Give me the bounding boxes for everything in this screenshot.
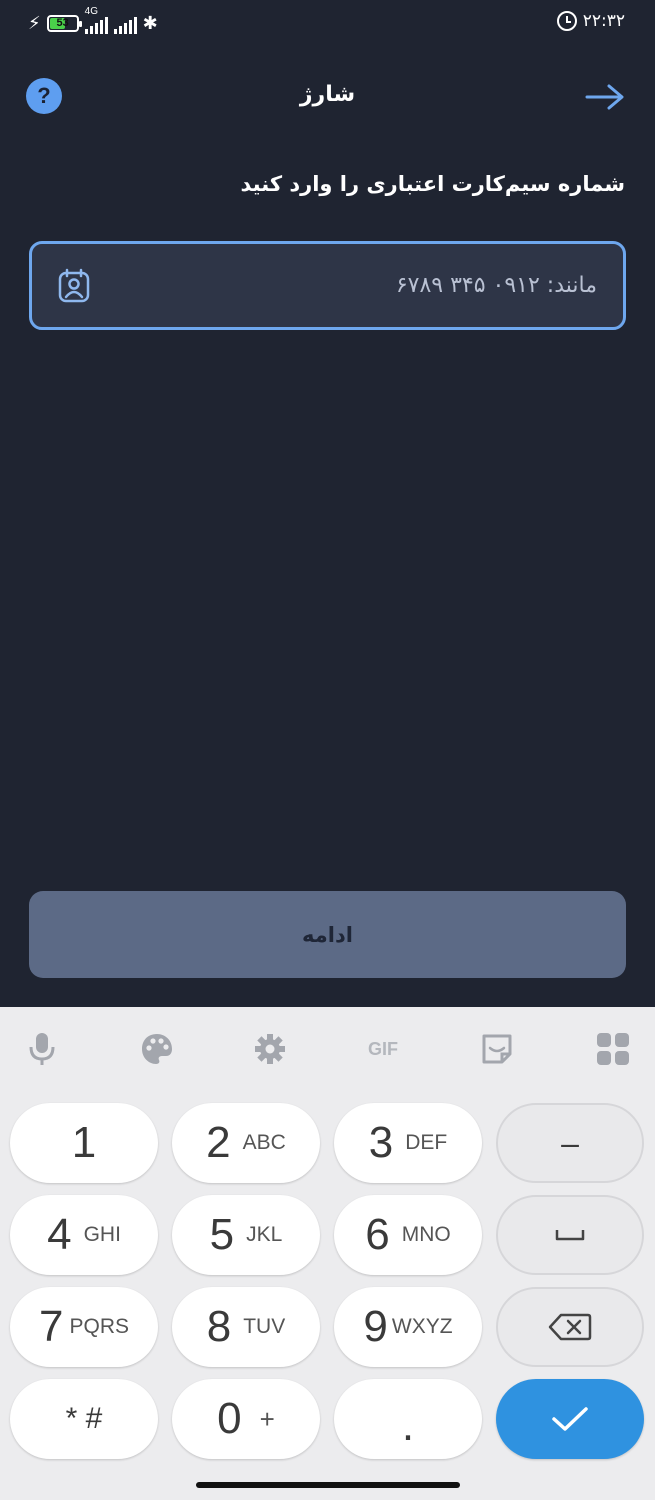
palette-icon[interactable] <box>137 1029 177 1069</box>
key-5[interactable]: 5 JKL <box>172 1195 320 1275</box>
phone-prompt: شماره سیم‌کارت اعتباری را وارد کنید <box>240 172 625 196</box>
status-left: ⚡ 53 4G ✱ <box>28 6 158 34</box>
key-star-hash[interactable]: * # <box>10 1379 158 1459</box>
page-title: شارژ <box>299 82 356 107</box>
alarm-icon <box>556 11 577 31</box>
apps-grid-icon[interactable] <box>593 1029 633 1069</box>
key-digit: 6 <box>365 1210 390 1259</box>
cell-signal-4g-icon: 4G <box>84 6 108 34</box>
settings-gear-icon[interactable] <box>250 1029 290 1069</box>
status-bar: ⚡ 53 4G ✱ ۲۲:۳۲ <box>0 0 655 50</box>
keyboard-toolbar: GIF <box>0 1007 655 1089</box>
key-9[interactable]: 9 WXYZ <box>334 1287 482 1367</box>
phone-field[interactable] <box>29 241 626 330</box>
key-letters: DEF <box>405 1131 448 1154</box>
battery-level: 53 <box>56 17 69 29</box>
app-header: ? شارژ <box>0 70 655 126</box>
bluetooth-icon: ✱ <box>142 12 158 34</box>
status-time: ۲۲:۳۲ <box>582 11 625 31</box>
key-4[interactable]: 4 GHI <box>10 1195 158 1275</box>
key-digit: 4 <box>47 1210 72 1259</box>
key-minus[interactable]: – <box>496 1103 644 1183</box>
continue-button[interactable]: ادامه <box>29 891 626 978</box>
phone-input[interactable] <box>112 244 597 327</box>
key-0[interactable]: 0 + <box>172 1379 320 1459</box>
key-done[interactable] <box>496 1379 644 1459</box>
contacts-icon[interactable] <box>56 268 92 304</box>
key-letters: WXYZ <box>391 1315 453 1338</box>
network-type: 4G <box>84 6 98 17</box>
microphone-icon[interactable] <box>22 1029 62 1069</box>
key-digit: 7 <box>39 1302 64 1351</box>
key-digit: 8 <box>206 1302 232 1351</box>
cell-signal-icon <box>113 12 137 34</box>
key-letters: GHI <box>83 1223 121 1246</box>
key-letters: MNO <box>401 1223 451 1246</box>
arrow-right-icon <box>585 84 624 110</box>
key-6[interactable]: 6 MNO <box>334 1195 482 1275</box>
key-7[interactable]: 7 PQRS <box>10 1287 158 1367</box>
key-digit: 5 <box>209 1210 235 1259</box>
key-letters: ABC <box>242 1131 286 1154</box>
back-button[interactable] <box>585 82 625 112</box>
key-digit: . <box>401 1401 415 1450</box>
key-8[interactable]: 8 TUV <box>172 1287 320 1367</box>
key-letters: TUV <box>243 1315 286 1338</box>
space-icon <box>555 1230 585 1241</box>
minus-icon: – <box>561 1124 579 1161</box>
key-digit: 2 <box>206 1118 231 1167</box>
backspace-icon <box>548 1313 592 1341</box>
key-digit: * # <box>65 1402 103 1435</box>
key-digit: 0 <box>217 1394 242 1443</box>
status-right: ۲۲:۳۲ <box>556 11 625 31</box>
key-letters: PQRS <box>69 1315 129 1338</box>
key-dot[interactable]: . <box>334 1379 482 1459</box>
key-backspace[interactable] <box>496 1287 644 1367</box>
key-1[interactable]: 1 <box>10 1103 158 1183</box>
battery-icon: 53 <box>46 14 82 32</box>
key-digit: 3 <box>368 1118 394 1167</box>
gif-icon[interactable]: GIF <box>363 1029 403 1069</box>
home-indicator[interactable] <box>196 1482 460 1488</box>
charging-icon: ⚡ <box>28 12 41 34</box>
key-digit: 1 <box>71 1118 97 1167</box>
key-letters: + <box>259 1403 275 1434</box>
key-3[interactable]: 3 DEF <box>334 1103 482 1183</box>
key-letters: JKL <box>246 1223 283 1246</box>
checkmark-icon <box>552 1407 588 1431</box>
sticker-icon[interactable] <box>477 1029 517 1069</box>
numeric-keyboard: GIF 1 2 ABC 3 DEF – 4 GHI 5 JKL 6 MNO 7 <box>0 1007 655 1500</box>
key-space[interactable] <box>496 1195 644 1275</box>
key-2[interactable]: 2 ABC <box>172 1103 320 1183</box>
key-digit: 9 <box>363 1302 388 1351</box>
continue-label: ادامه <box>302 922 353 947</box>
